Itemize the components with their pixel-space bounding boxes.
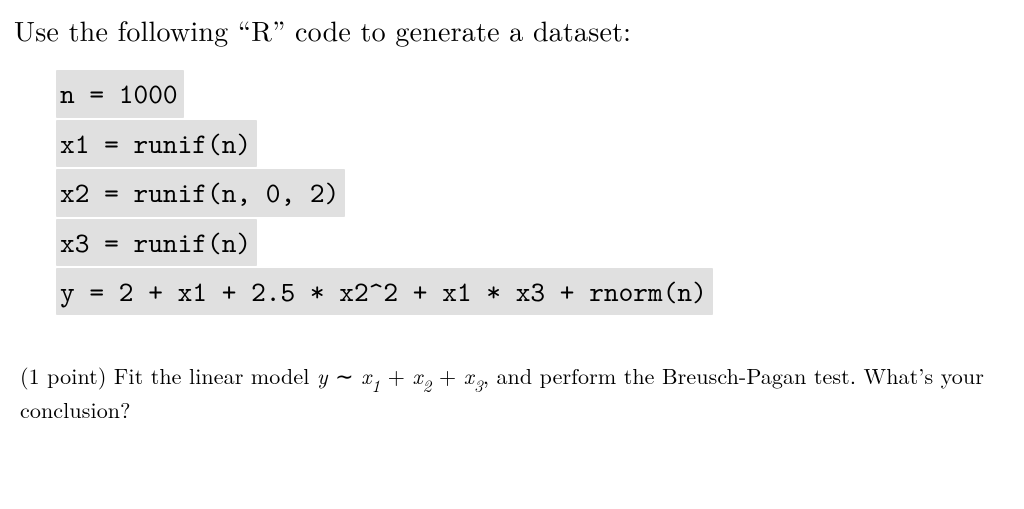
code-line-5: y = 2 + x1 + 2.5 * x2^2 + x1 * x3 + rnor… <box>56 268 1010 315</box>
sub2: 2 <box>423 373 432 397</box>
intro-text: Use the following “R” code to generate a… <box>14 12 1010 48</box>
code-line-1: n = 1000 <box>56 70 1010 117</box>
tilde: ∼ <box>335 360 354 391</box>
sub1: 1 <box>371 373 380 397</box>
model-x3: x <box>464 360 474 391</box>
code-text: n = 1000 <box>56 70 184 117</box>
code-text: x2 = runif(n, 0, 2) <box>56 169 345 216</box>
code-line-3: x2 = runif(n, 0, 2) <box>56 169 1010 216</box>
points-label: (1 point) <box>20 360 106 391</box>
model-y: y <box>317 360 328 391</box>
code-text: x3 = runif(n) <box>56 219 257 266</box>
code-block: n = 1000 x1 = runif(n) x2 = runif(n, 0, … <box>56 70 1010 315</box>
sub3: 3 <box>474 373 483 397</box>
plus2: + <box>439 360 456 391</box>
code-text: y = 2 + x1 + 2.5 * x2^2 + x1 * x3 + rnor… <box>56 268 713 315</box>
model-x2: x <box>412 360 422 391</box>
question-part1: Fit the linear model <box>114 360 317 391</box>
code-line-4: x3 = runif(n) <box>56 219 1010 266</box>
question-text: (1 point) Fit the linear model y ∼ x1 + … <box>20 361 1004 425</box>
model-x1: x <box>361 360 371 391</box>
code-line-2: x1 = runif(n) <box>56 120 1010 167</box>
plus1: + <box>388 360 405 391</box>
code-text: x1 = runif(n) <box>56 120 257 167</box>
